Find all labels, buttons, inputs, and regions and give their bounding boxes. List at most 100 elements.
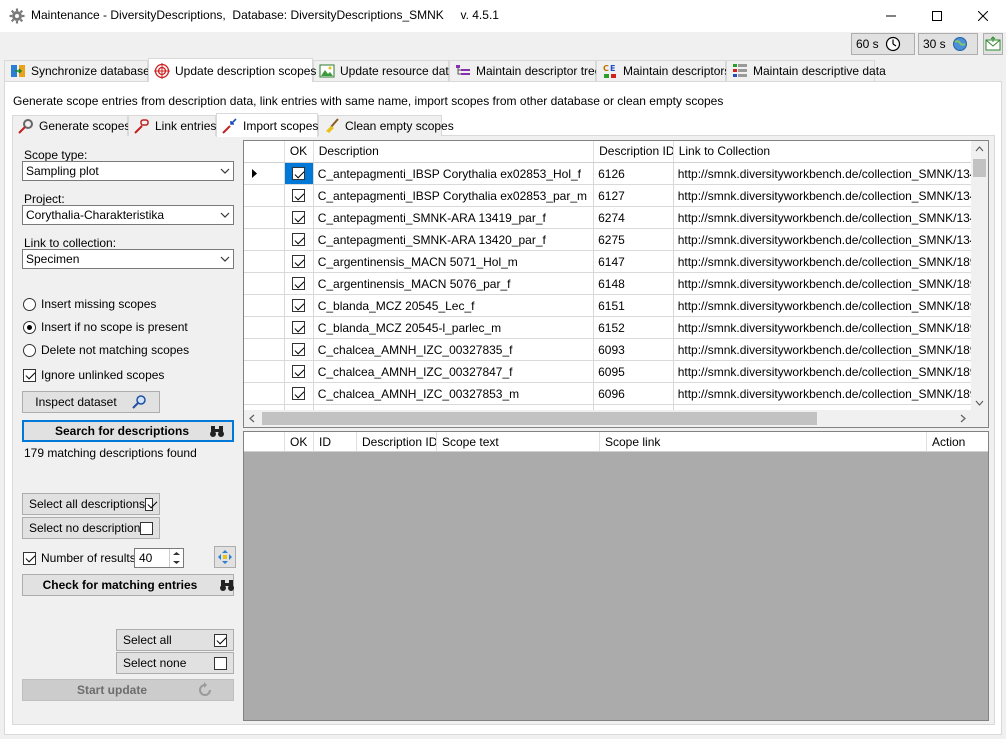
description-id-cell[interactable]: 6274 [594,207,674,228]
link-cell[interactable]: http://smnk.diversityworkbench.de/collec… [674,295,973,316]
column-header-id[interactable]: ID [314,432,357,451]
tab-import-scopes[interactable]: Import scopes [216,113,318,137]
table-row[interactable]: C_argentinensis_MACN 5076_par_f 6148 http:… [244,273,973,295]
tab-update-resource-data[interactable]: Update resource data [313,60,455,81]
description-id-cell[interactable]: 6275 [594,229,674,250]
description-cell[interactable]: C_argentinensis_MACN 5071_Hol_m [314,251,595,272]
row-header[interactable] [244,361,285,382]
column-header-action[interactable]: Action [927,432,988,451]
timer-60-button[interactable]: 60 s [851,33,915,55]
ok-checkbox[interactable] [292,343,306,356]
description-cell[interactable]: C_blanda_MCZ 20545-l_parlec_m [314,317,595,338]
description-id-cell[interactable]: 6095 [594,361,674,382]
minimize-button[interactable] [868,0,914,32]
column-header-ok[interactable]: OK [285,432,314,451]
description-cell[interactable]: C_antepagmenti_IBSP Corythalia ex02853_p… [314,185,595,206]
table-row[interactable]: C_blanda_MCZ 20545_Lec_f 6151 http://smnk.… [244,295,973,317]
row-header[interactable] [244,185,285,206]
ok-checkbox[interactable] [292,167,306,180]
radio-insert-missing[interactable]: Insert missing scopes [23,297,156,311]
number-of-results-input[interactable]: 40 [134,548,184,568]
row-header[interactable] [244,273,285,294]
link-cell[interactable]: http://smnk.diversityworkbench.de/collec… [674,251,973,272]
row-header[interactable] [244,339,285,360]
description-id-cell[interactable]: 6127 [594,185,674,206]
ok-checkbox[interactable] [292,387,306,400]
description-id-cell[interactable]: 6148 [594,273,674,294]
project-select[interactable]: Corythalia-Charakteristika [22,205,234,225]
checkbox[interactable] [23,368,36,382]
description-cell[interactable]: C_antepagmenti_SMNK-ARA 13420_par_f [314,229,595,250]
tab-maintain-descriptive-data[interactable]: Maintain descriptive data [726,60,886,81]
scroll-left-icon[interactable] [244,410,261,427]
radio-insert-if-none[interactable]: Insert if no scope is present [23,320,188,334]
ok-checkbox[interactable] [292,299,306,312]
radio-circle[interactable] [23,320,36,334]
column-header-ok[interactable]: OK [285,141,314,162]
maximize-button[interactable] [914,0,960,32]
ok-checkbox[interactable] [292,321,306,334]
ok-checkbox[interactable] [292,189,306,202]
link-cell[interactable]: http://smnk.diversityworkbench.de/collec… [674,163,973,184]
chevron-down-icon[interactable] [170,558,183,567]
arrange-button[interactable] [214,546,236,568]
number-of-results-checkbox[interactable]: Number of results: [23,551,139,565]
link-cell[interactable]: http://smnk.diversityworkbench.de/collec… [674,361,973,382]
description-id-cell[interactable]: 6126 [594,163,674,184]
radio-circle[interactable] [23,297,36,311]
link-cell[interactable]: http://smnk.diversityworkbench.de/collec… [674,185,973,206]
tab-synchronize-databases[interactable]: Synchronize databases [4,60,156,81]
row-header[interactable] [244,317,285,338]
link-cell[interactable]: http://smnk.diversityworkbench.de/collec… [674,229,973,250]
select-all-descriptions-button[interactable]: Select all descriptions [22,493,160,515]
row-header[interactable] [244,229,285,250]
link-cell[interactable]: http://smnk.diversityworkbench.de/collec… [674,339,973,360]
table-row[interactable]: C_argentinensis_MACN 5071_Hol_m 6147 http:… [244,251,973,273]
tab-link-entries[interactable]: Link entries [128,115,216,136]
description-id-cell[interactable]: 6147 [594,251,674,272]
vertical-scrollbar[interactable] [971,141,988,411]
table-row[interactable]: C_blanda_MCZ 20545-l_parlec_m 6152 http://… [244,317,973,339]
vertical-scroll-thumb[interactable] [973,159,986,177]
radio-delete-not-matching[interactable]: Delete not matching scopes [23,343,189,357]
select-no-description-button[interactable]: Select no description [22,517,160,539]
scroll-up-icon[interactable] [971,141,988,158]
ok-cell[interactable] [285,361,314,382]
ok-cell[interactable] [285,229,314,250]
scope-type-select[interactable]: Sampling plot [22,161,234,181]
table-row[interactable]: C_antepagmenti_SMNK-ARA 13420_par_f 6275 h… [244,229,973,251]
ok-cell[interactable] [285,295,314,316]
chevron-up-icon[interactable] [170,549,183,558]
inspect-dataset-button[interactable]: Inspect dataset [22,391,160,413]
column-header-description-id[interactable]: Description ID [594,141,674,162]
ignore-unlinked-checkbox[interactable]: Ignore unlinked scopes [23,368,164,382]
select-all-button[interactable]: Select all [116,629,234,651]
ok-cell[interactable] [285,383,314,404]
description-id-cell[interactable]: 6096 [594,383,674,404]
table-row[interactable]: C_antepagmenti_IBSP Corythalia ex02853_H… [244,163,973,185]
row-header[interactable] [244,383,285,404]
column-header-description[interactable]: Description [314,141,595,162]
description-cell[interactable]: C_antepagmenti_SMNK-ARA 13419_par_f [314,207,595,228]
description-cell[interactable]: C_argentinensis_MACN 5076_par_f [314,273,595,294]
scroll-right-icon[interactable] [954,410,971,427]
ok-checkbox[interactable] [292,233,306,246]
checkbox[interactable] [23,551,36,565]
row-header[interactable] [244,295,285,316]
table-row[interactable]: C_chalcea_AMNH_IZC_00327853_m 6096 http://… [244,383,973,405]
ok-checkbox[interactable] [292,255,306,268]
ok-cell[interactable] [285,339,314,360]
tab-clean-empty-scopes[interactable]: Clean empty scopes [318,115,454,136]
description-id-cell[interactable]: 6152 [594,317,674,338]
horizontal-scrollbar[interactable] [244,410,988,427]
scroll-down-icon[interactable] [971,394,988,411]
row-header[interactable] [244,251,285,272]
table-row[interactable]: C_antepagmenti_IBSP Corythalia ex02853_p… [244,185,973,207]
tab-update-description-scopes[interactable]: Update description scopes [148,58,316,82]
description-cell[interactable]: C_chalcea_AMNH_IZC_00327853_m [314,383,595,404]
ok-cell[interactable] [285,185,314,206]
ok-cell[interactable] [284,163,314,184]
tab-maintain-descriptors[interactable]: C E Maintain descriptors [596,60,730,81]
link-cell[interactable]: http://smnk.diversityworkbench.de/collec… [674,383,973,404]
description-id-cell[interactable]: 6151 [594,295,674,316]
